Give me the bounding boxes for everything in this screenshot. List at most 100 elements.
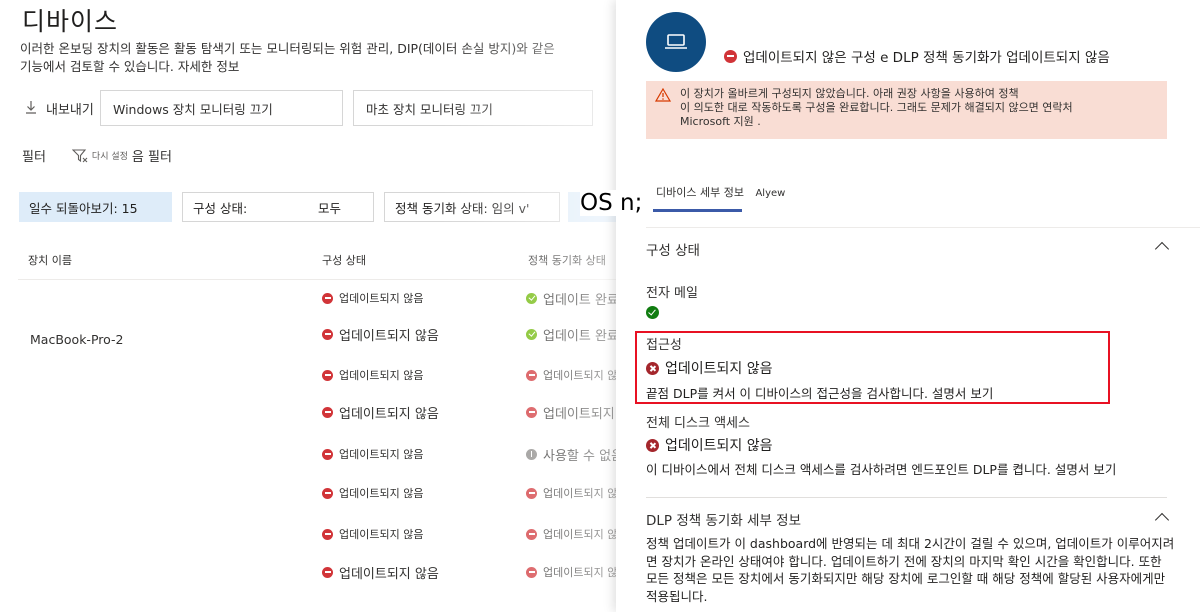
active-tab-indicator xyxy=(653,209,742,212)
filter-icon[interactable] xyxy=(71,148,88,163)
config-status-cell: 업데이트되지 않음 xyxy=(322,283,423,313)
table-row[interactable]: 업데이트되지 않음 업데이트되지 않음 xyxy=(0,519,616,559)
learn-more-link[interactable]: 자세한 정보 xyxy=(178,59,239,74)
status-error-icon xyxy=(322,292,333,304)
config-status-cell: 업데이트되지 않음 xyxy=(322,360,423,390)
sync-status-cell: 업데이트 완료 xyxy=(526,319,616,349)
config-status-section-header[interactable]: 구성 상태 xyxy=(646,239,700,259)
config-status-text: 업데이트되지 않음 xyxy=(339,448,424,461)
days-lookback-filter[interactable]: 일수 되돌아보기: 15 xyxy=(19,192,172,222)
dlp-sync-section-header[interactable]: DLP 정책 동기화 세부 정보 xyxy=(646,509,801,529)
page-title: 디바이스 xyxy=(22,7,119,36)
accessibility-label: 접근성 xyxy=(646,338,682,353)
status-ok-icon xyxy=(526,328,537,340)
warning-line-2: 이 의도한 대로 작동하도록 구성을 완료합니다. 그래도 문제가 해결되지 않… xyxy=(680,101,1073,114)
windows-monitoring-toggle[interactable]: Windows 장치 모니터링 끄기 xyxy=(100,90,343,126)
filter-suffix: 음 필터 xyxy=(131,150,172,165)
config-status-text: 업데이트되지 않음 xyxy=(339,328,439,344)
configuration-warning-banner: 이 장치가 올바르게 구성되지 않았습니다. 아래 권장 사항을 사용하여 정책… xyxy=(646,81,1167,139)
table-row[interactable]: 업데이트되지 않음 업데이트 완료 xyxy=(0,283,616,323)
config-status-text: 업데이트되지 않음 xyxy=(339,369,424,382)
accessibility-status-text: 업데이트되지 않음 xyxy=(665,361,773,377)
full-disk-access-label: 전체 디스크 액세스 xyxy=(646,416,750,431)
email-status xyxy=(646,306,665,319)
sync-status-text: 업데이트되지 않음 xyxy=(543,487,616,500)
chevron-up-icon[interactable] xyxy=(1154,241,1170,257)
config-status-text: 업데이트되지 않음 xyxy=(339,292,424,305)
sync-status-cell: 업데이트되지 않음 xyxy=(526,519,616,549)
download-icon xyxy=(24,100,38,118)
table-row[interactable]: 업데이트되지 않음 사용할 수 없음 xyxy=(0,439,616,479)
sync-status-text: 업데이트되지 않음 xyxy=(543,528,616,541)
config-status-cell: 업데이트되지 않음 xyxy=(322,397,439,427)
panel-tabs: 디바이스 세부 정보 Alyew xyxy=(656,184,785,200)
sync-status-cell: 업데이트되지 않음 xyxy=(526,557,616,587)
sync-status-cell: 업데이트되지 않음 xyxy=(526,478,616,508)
device-details-panel: 업데이트되지 않은 구성 e DLP 정책 동기화가 업데이트되지 않음 이 장… xyxy=(616,0,1200,612)
section-divider xyxy=(646,497,1167,498)
column-header-sync-status[interactable]: 정책 동기화 상태 xyxy=(528,252,606,268)
status-unavailable-icon xyxy=(526,448,537,460)
tabs-divider xyxy=(646,227,1200,228)
status-error-icon xyxy=(322,566,333,578)
config-status-text: 업데이트되지 않음 xyxy=(339,566,439,582)
status-ok-icon xyxy=(646,306,659,319)
chevron-up-icon[interactable] xyxy=(1154,512,1170,528)
status-error-icon xyxy=(526,369,537,381)
tab-alerts[interactable]: Alyew xyxy=(755,188,785,199)
status-error-icon xyxy=(526,566,537,578)
page-description-text: 이러한 온보딩 장치의 활동은 활동 탐색기 또는 모니터링되는 위험 관리, … xyxy=(20,41,555,74)
os-filter-label: OS n; xyxy=(580,190,651,216)
config-status-cell: 업데이트되지 않음 xyxy=(322,319,439,349)
status-error-icon xyxy=(724,49,737,63)
mac-monitoring-toggle[interactable]: 마초 장치 모니터링 끄기 xyxy=(353,90,593,126)
tab-device-details[interactable]: 디바이스 세부 정보 xyxy=(656,186,744,199)
status-error-icon xyxy=(646,438,659,452)
table-row[interactable]: 업데이트되지 않음 업데이트되지 않음 xyxy=(0,360,616,400)
sync-status-text: 업데이트되지 않음 xyxy=(543,369,616,382)
warning-line-1: 이 장치가 올바르게 구성되지 않았습니다. 아래 권장 사항을 사용하여 정책 xyxy=(680,87,1019,100)
warning-icon xyxy=(654,87,672,106)
export-button[interactable]: 내보내기 xyxy=(24,99,94,118)
column-header-config-status[interactable]: 구성 상태 xyxy=(322,252,366,268)
sync-status-text: 업데이트되지 않음 xyxy=(543,566,616,579)
status-error-icon xyxy=(322,528,333,540)
email-label: 전자 메일 xyxy=(646,286,698,301)
sync-status-text: 사용할 수 없음 xyxy=(543,448,616,464)
table-row[interactable]: 업데이트되지 않음 업데이트되지 않음 xyxy=(0,397,616,437)
config-status-text: 업데이트되지 않음 xyxy=(339,406,439,422)
policy-sync-filter[interactable]: 정책 동기화 상태: 임의 v' xyxy=(384,192,560,222)
config-status-text: 업데이트되지 않음 xyxy=(339,487,424,500)
accessibility-note[interactable]: 끝점 DLP를 켜서 이 디바이스의 접근성을 검사합니다. 설명서 보기 xyxy=(646,383,993,402)
header-divider xyxy=(18,279,616,280)
laptop-icon xyxy=(646,12,706,72)
config-status-cell: 업데이트되지 않음 xyxy=(322,439,423,469)
config-filter-value: 모두 xyxy=(318,200,342,216)
status-error-icon xyxy=(526,406,537,418)
table-row[interactable]: 업데이트되지 않음 업데이트되지 않음 xyxy=(0,478,616,518)
page-description: 이러한 온보딩 장치의 활동은 활동 탐색기 또는 모니터링되는 위험 관리, … xyxy=(20,40,560,76)
devices-page: 디바이스 이러한 온보딩 장치의 활동은 활동 탐색기 또는 모니터링되는 위험… xyxy=(0,0,616,612)
status-error-icon xyxy=(322,328,333,340)
filter-label: 필터 xyxy=(22,150,46,165)
reset-filters-button[interactable]: 다시 설정 xyxy=(92,149,128,162)
config-filter-label: 구성 상태: xyxy=(193,200,248,216)
config-status-cell: 업데이트되지 않음 xyxy=(322,557,439,587)
column-header-device-name[interactable]: 장치 이름 xyxy=(28,252,72,268)
sync-status-text: 업데이트 완료 xyxy=(543,292,616,308)
filter-row: 필터 다시 설정 음 필터 xyxy=(22,146,172,165)
sync-status-cell: 사용할 수 없음 xyxy=(526,439,616,469)
status-error-icon xyxy=(322,406,333,418)
full-disk-access-status: 업데이트되지 않음 xyxy=(646,435,773,455)
full-disk-access-note[interactable]: 이 디바이스에서 전체 디스크 액세스를 검사하려면 엔드포인트 DLP를 켭니… xyxy=(646,459,1116,478)
status-error-icon xyxy=(322,487,333,499)
device-status-text: 업데이트되지 않은 구성 e DLP 정책 동기화가 업데이트되지 않음 xyxy=(743,50,1110,66)
export-label: 내보내기 xyxy=(46,103,94,118)
table-row[interactable]: 업데이트되지 않음 업데이트되지 않음 xyxy=(0,557,616,597)
config-status-text: 업데이트되지 않음 xyxy=(339,528,424,541)
warning-line-3: Microsoft 지원 . xyxy=(680,115,761,128)
table-row[interactable]: 업데이트되지 않음 업데이트 완료 xyxy=(0,319,616,359)
status-error-icon xyxy=(322,448,333,460)
status-error-icon xyxy=(526,528,537,540)
config-status-filter[interactable]: 구성 상태: 모두 xyxy=(182,192,374,222)
